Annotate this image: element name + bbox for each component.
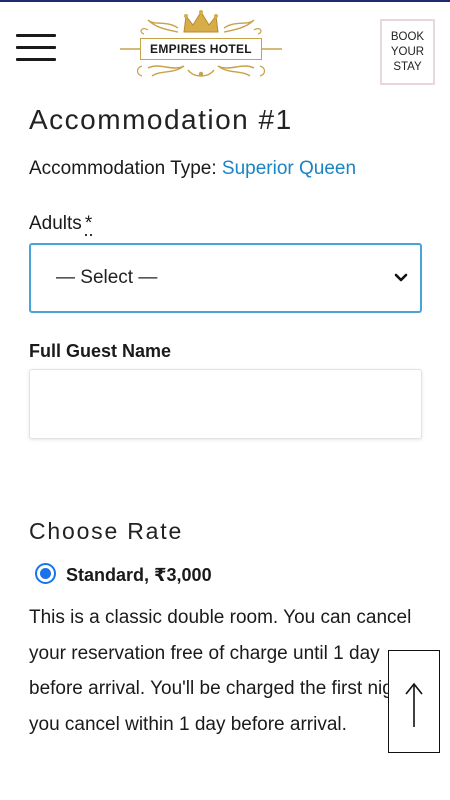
required-mark: * — [84, 213, 93, 236]
hotel-logo[interactable]: EMPIRES HOTEL — [118, 8, 284, 84]
adults-select-value: — Select — — [56, 267, 158, 288]
accommodation-type: Accommodation Type: Superior Queen — [29, 158, 356, 180]
chevron-down-icon — [394, 273, 408, 282]
accommodation-type-label: Accommodation Type: — [29, 158, 217, 179]
scroll-to-top-button[interactable] — [388, 650, 440, 753]
accommodation-type-value: Superior Queen — [221, 158, 357, 179]
adults-select[interactable]: — Select — — [29, 243, 422, 313]
book-line: BOOK — [390, 30, 425, 43]
logo-text: EMPIRES HOTEL — [140, 38, 262, 60]
hamburger-icon-bar — [16, 34, 56, 37]
arrow-up-icon — [405, 682, 423, 727]
hamburger-icon-bar — [16, 46, 56, 49]
guest-name-input[interactable] — [29, 369, 422, 439]
book-line: YOUR — [390, 45, 425, 58]
rate-option-label[interactable]: Standard, ₹3,000 — [66, 565, 212, 586]
hamburger-icon-bar — [16, 58, 56, 61]
book-line: STAY — [393, 60, 422, 73]
adults-label-text: Adults — [29, 213, 82, 234]
rate-radio-standard[interactable] — [35, 563, 56, 584]
book-your-stay-button[interactable]: BOOK YOUR STAY — [380, 19, 435, 85]
adults-label: Adults * — [29, 213, 93, 236]
hamburger-menu-button[interactable] — [16, 34, 56, 62]
guest-name-label: Full Guest Name — [29, 341, 172, 361]
accommodation-title: Accommodation #1 — [29, 104, 293, 135]
site-header: EMPIRES HOTEL BOOK YOUR STAY — [0, 2, 450, 92]
choose-rate-title: Choose Rate — [29, 518, 184, 544]
rate-description: This is a classic double room. You can c… — [29, 607, 424, 735]
